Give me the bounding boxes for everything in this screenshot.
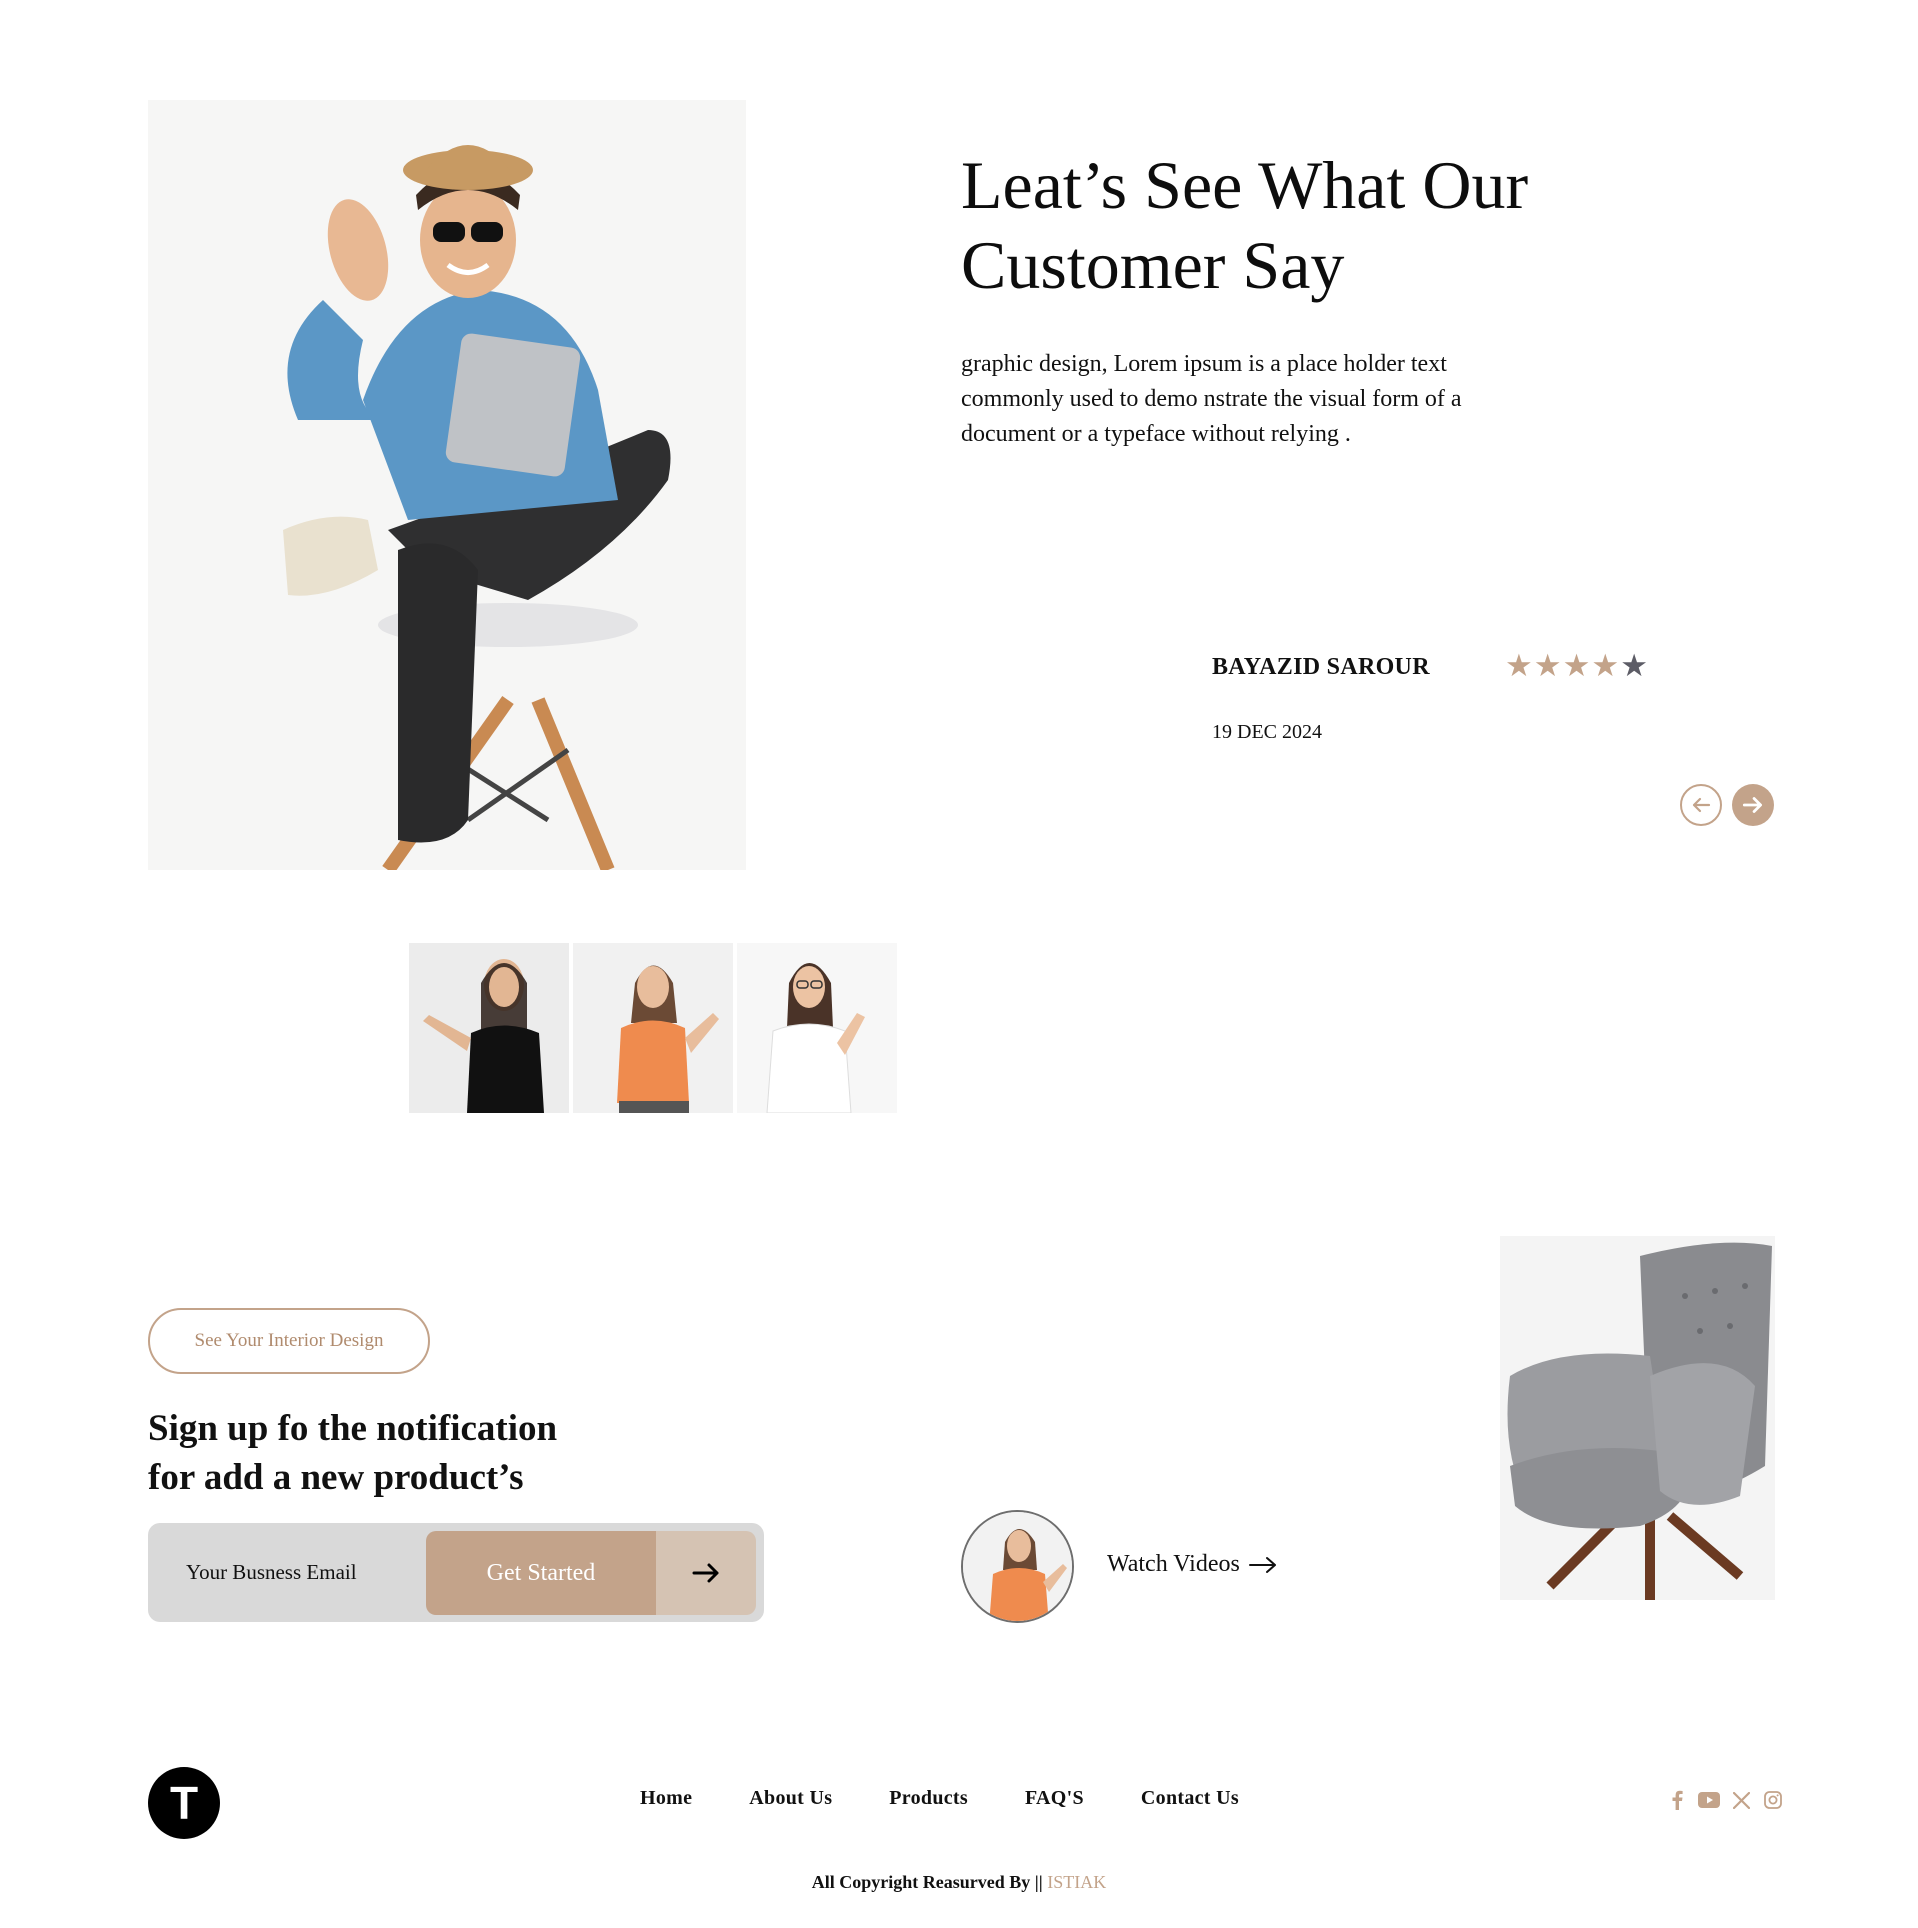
watch-videos-link[interactable]: Watch Videos	[1107, 1551, 1278, 1578]
email-signup-form: Get Started	[148, 1523, 764, 1622]
customer-thumbnail[interactable]	[573, 943, 733, 1113]
customer-thumbnail[interactable]	[409, 943, 569, 1113]
video-avatar[interactable]	[961, 1510, 1074, 1623]
signup-title-line-2: for add a new product’s	[148, 1457, 524, 1498]
star-filled-icon: ★	[1562, 648, 1591, 684]
reviewer-name: BAYAZID SAROUR	[1212, 654, 1430, 680]
heading-line-1: Leat’s See What Our	[961, 147, 1529, 223]
email-input[interactable]	[186, 1523, 406, 1622]
footer-link-about-us[interactable]: About Us	[749, 1787, 832, 1810]
site-logo[interactable]: T	[148, 1767, 220, 1839]
footer-link-faqs[interactable]: FAQ'S	[1025, 1787, 1084, 1810]
customer-thumbnails	[409, 943, 897, 1113]
copyright-brand[interactable]: ISTIAK	[1047, 1872, 1106, 1892]
footer-nav: Home About Us Products FAQ'S Contact Us	[640, 1787, 1239, 1810]
copyright-text: All Copyright Reasurved By ||	[811, 1872, 1043, 1892]
arrow-left-icon	[1692, 797, 1711, 813]
heading-line-2: Customer Say	[961, 227, 1345, 303]
footer-link-home[interactable]: Home	[640, 1787, 692, 1810]
testimonial-heading: Leat’s See What Our Customer Say	[961, 145, 1661, 305]
arrow-right-icon	[692, 1563, 719, 1583]
footer-link-products[interactable]: Products	[889, 1787, 968, 1810]
star-filled-icon: ★	[1505, 648, 1533, 684]
social-links	[1666, 1789, 1784, 1811]
footer-link-contact-us[interactable]: Contact Us	[1141, 1787, 1239, 1810]
arrow-right-icon	[1248, 1556, 1276, 1573]
get-started-label: Get Started	[426, 1531, 656, 1615]
star-empty-icon: ★	[1620, 648, 1648, 684]
rating-stars: ★ ★ ★ ★ ★	[1505, 648, 1648, 684]
see-interior-design-button[interactable]: See Your Interior Design	[148, 1308, 430, 1374]
cta-arrow	[656, 1531, 756, 1615]
customer-thumbnail[interactable]	[737, 943, 897, 1113]
previous-testimonial-button[interactable]	[1680, 784, 1722, 826]
signup-title: Sign up fo the notification for add a ne…	[148, 1404, 628, 1502]
arrow-right-icon	[1742, 797, 1762, 813]
armchair-photo	[1500, 1236, 1775, 1600]
star-filled-icon: ★	[1591, 648, 1620, 684]
youtube-icon[interactable]	[1698, 1789, 1720, 1811]
x-icon[interactable]	[1730, 1789, 1752, 1811]
signup-title-line-1: Sign up fo the notification	[148, 1408, 558, 1449]
star-filled-icon: ★	[1533, 648, 1562, 684]
facebook-icon[interactable]	[1666, 1789, 1688, 1811]
next-testimonial-button[interactable]	[1732, 784, 1774, 826]
review-date: 19 DEC 2024	[1212, 721, 1322, 743]
instagram-icon[interactable]	[1762, 1789, 1784, 1811]
watch-videos-label: Watch Videos	[1107, 1551, 1240, 1577]
get-started-button[interactable]: Get Started	[426, 1531, 756, 1615]
copyright: All Copyright Reasurved By || ISTIAK	[0, 1872, 1918, 1893]
testimonial-intro: graphic design, Lorem ipsum is a place h…	[961, 351, 1462, 447]
customer-hero-photo	[148, 100, 746, 870]
